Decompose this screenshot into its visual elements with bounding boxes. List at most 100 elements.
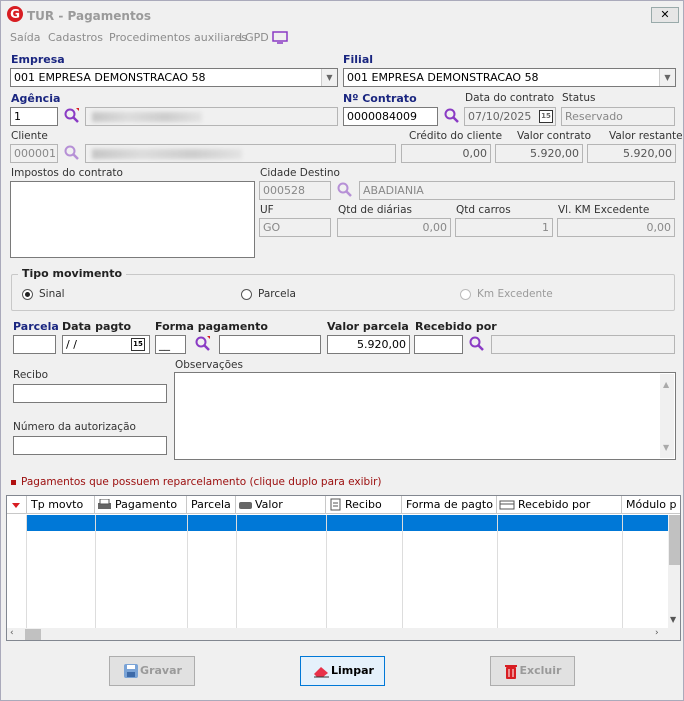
col-recebido[interactable]: Recebido por xyxy=(497,496,622,514)
scroll-thumb[interactable] xyxy=(25,629,41,640)
valor-restante-field: 5.920,00 xyxy=(587,144,676,163)
menu-cadastros[interactable]: Cadastros xyxy=(48,31,103,44)
cliente-code-field: 000001 xyxy=(10,144,58,163)
receipt-icon xyxy=(330,498,341,511)
status-field: Reservado xyxy=(561,107,675,126)
sort-down-icon xyxy=(12,503,20,508)
search-icon[interactable] xyxy=(64,108,80,124)
col-pagamento[interactable]: Pagamento xyxy=(95,496,187,514)
chevron-right-icon[interactable]: › xyxy=(655,628,659,638)
search-icon[interactable] xyxy=(469,336,485,352)
calendar-icon[interactable]: 15 xyxy=(539,110,553,123)
diarias-label: Qtd de diárias xyxy=(338,204,413,216)
recibo-input[interactable] xyxy=(13,384,167,403)
col-tp-movto[interactable]: Tp movto xyxy=(27,496,95,514)
grid-line xyxy=(497,515,498,628)
autorizacao-input[interactable] xyxy=(13,436,167,455)
cidade-code-field: 000528 xyxy=(259,181,331,200)
col-recebido-label: Recebido por xyxy=(518,498,591,511)
chevron-down-icon[interactable]: ▼ xyxy=(321,69,337,86)
parcela-input[interactable] xyxy=(13,335,56,354)
filial-label: Filial xyxy=(343,53,374,66)
chevron-up-icon[interactable]: ▲ xyxy=(663,376,669,393)
contrato-input[interactable]: 0000084009 xyxy=(343,107,438,126)
observacoes-label: Observações xyxy=(175,359,243,371)
close-button[interactable]: ✕ xyxy=(651,7,679,23)
table-row[interactable] xyxy=(27,515,669,531)
observacoes-textarea[interactable]: ▲ ▼ xyxy=(174,372,676,460)
recebido-input[interactable] xyxy=(414,335,463,354)
printer-icon xyxy=(98,499,111,509)
search-icon[interactable] xyxy=(64,145,80,161)
excluir-button[interactable]: Excluir xyxy=(490,656,575,686)
col-modulo[interactable]: Módulo p xyxy=(622,496,680,514)
radio-sinal[interactable] xyxy=(22,289,33,300)
radio-parcela[interactable] xyxy=(241,289,252,300)
radio-sinal-label: Sinal xyxy=(39,288,65,300)
chevron-down-icon[interactable]: ▼ xyxy=(663,439,669,456)
redacted-text xyxy=(92,149,242,159)
grid-horizontal-scrollbar[interactable]: ‹ › xyxy=(7,628,680,640)
valor-parcela-input[interactable]: 5.920,00 xyxy=(327,335,410,354)
scrollbar[interactable]: ▲ ▼ xyxy=(660,374,674,458)
scroll-thumb[interactable] xyxy=(669,515,680,565)
uf-label: UF xyxy=(260,204,274,216)
pagamentos-grid[interactable]: Tp movto Pagamento Parcela Valor Recibo … xyxy=(6,495,681,641)
phone-icon xyxy=(239,502,252,509)
col-recibo[interactable]: Recibo xyxy=(326,496,402,514)
agencia-input[interactable]: 1 xyxy=(10,107,58,126)
col-valor[interactable]: Valor xyxy=(236,496,326,514)
cliente-name-field xyxy=(85,144,396,163)
grid-corner[interactable] xyxy=(7,496,27,514)
valor-contrato-label: Valor contrato xyxy=(517,130,592,142)
filial-value: 001 EMPRESA DEMONSTRACAO 58 xyxy=(347,71,539,84)
agencia-label: Agência xyxy=(11,92,61,105)
search-icon[interactable] xyxy=(444,108,460,124)
chevron-down-icon[interactable]: ▼ xyxy=(670,615,676,624)
data-contrato-field: 07/10/2025 15 xyxy=(464,107,556,126)
empresa-select[interactable]: 001 EMPRESA DEMONSTRACAO 58 ▼ xyxy=(10,68,338,87)
limpar-button[interactable]: Limpar xyxy=(300,656,385,686)
col-forma[interactable]: Forma de pagto xyxy=(402,496,497,514)
grid-line xyxy=(95,515,96,628)
calendar-icon[interactable]: 15 xyxy=(131,338,145,351)
cidade-name-field: ABADIANIA xyxy=(359,181,675,200)
grid-vertical-scrollbar[interactable]: ▼ xyxy=(668,515,680,628)
tipo-movimento-label: Tipo movimento xyxy=(18,267,127,280)
carros-field: 1 xyxy=(455,218,553,237)
radio-km-excedente[interactable] xyxy=(460,289,471,300)
monitor-icon[interactable] xyxy=(272,31,288,44)
col-valor-label: Valor xyxy=(255,498,283,511)
redacted-text xyxy=(92,112,202,122)
radio-km-label: Km Excedente xyxy=(477,288,553,300)
menu-lgpd[interactable]: LGPD xyxy=(239,31,269,44)
gravar-button[interactable]: Gravar xyxy=(109,656,195,686)
km-label: Vl. KM Excedente xyxy=(558,204,650,216)
search-icon[interactable] xyxy=(337,182,353,198)
window: G TUR - Pagamentos ✕ Saída Cadastros Pro… xyxy=(0,0,684,701)
chevron-down-icon[interactable]: ▼ xyxy=(659,69,675,86)
menu-procedimentos[interactable]: Procedimentos auxiliares xyxy=(109,31,247,44)
credito-field: 0,00 xyxy=(401,144,491,163)
forma-code-input[interactable]: __ xyxy=(155,335,186,354)
chevron-left-icon[interactable]: ‹ xyxy=(10,628,14,638)
impostos-textarea[interactable] xyxy=(10,181,255,258)
valor-parcela-label: Valor parcela xyxy=(327,320,409,333)
recebido-name-field xyxy=(491,335,675,354)
menu-saida[interactable]: Saída xyxy=(10,31,41,44)
recibo-label: Recibo xyxy=(13,369,49,381)
valor-restante-label: Valor restante xyxy=(609,130,683,142)
filial-select[interactable]: 001 EMPRESA DEMONSTRACAO 58 ▼ xyxy=(343,68,676,87)
km-field: 0,00 xyxy=(557,218,675,237)
data-pagto-value: / / xyxy=(66,338,77,351)
eraser-icon xyxy=(314,667,329,678)
app-logo-icon: G xyxy=(7,6,23,22)
impostos-label: Impostos do contrato xyxy=(11,167,123,179)
contrato-label: Nº Contrato xyxy=(343,92,417,105)
col-pagamento-label: Pagamento xyxy=(115,498,178,511)
search-icon[interactable] xyxy=(195,336,211,352)
parcela-label: Parcela xyxy=(13,320,59,333)
data-pagto-input[interactable]: / / 15 xyxy=(62,335,150,354)
col-parcela[interactable]: Parcela xyxy=(187,496,236,514)
forma-desc-input[interactable] xyxy=(219,335,321,354)
